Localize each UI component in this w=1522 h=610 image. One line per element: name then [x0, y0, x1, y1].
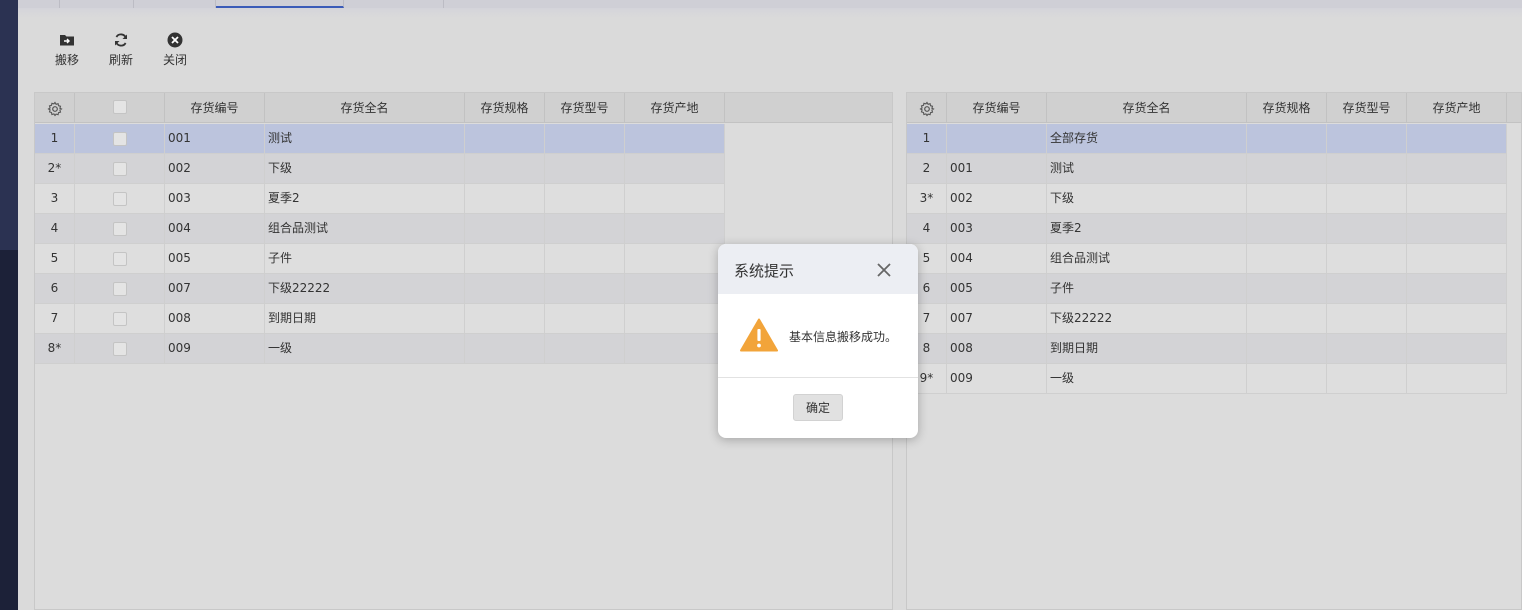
system-prompt-dialog: 系统提示 基本信息搬移成功。 确定	[718, 244, 918, 438]
dialog-title: 系统提示	[734, 262, 795, 280]
ok-button[interactable]: 确定	[793, 394, 843, 421]
dialog-message: 基本信息搬移成功。	[789, 330, 898, 344]
modal-overlay: 系统提示 基本信息搬移成功。 确定	[0, 0, 1522, 610]
close-icon[interactable]	[876, 262, 892, 278]
dialog-footer: 确定	[718, 378, 918, 438]
warning-icon	[740, 318, 778, 352]
dialog-body: 基本信息搬移成功。	[718, 294, 918, 378]
dialog-header: 系统提示	[718, 244, 918, 294]
